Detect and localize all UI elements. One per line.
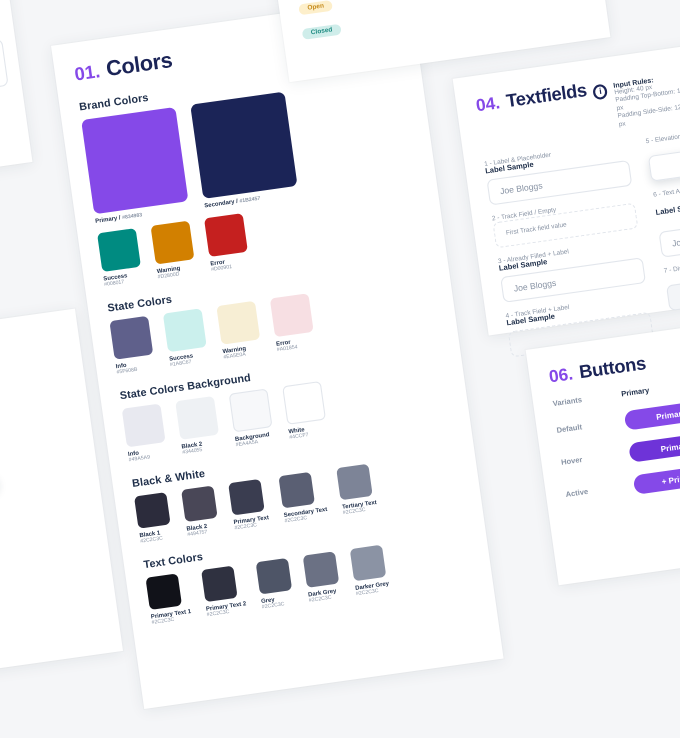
section-number: 06. xyxy=(548,365,575,388)
swatch: Info#49A5A9 xyxy=(122,404,168,464)
textarea[interactable]: ⌟ xyxy=(0,39,9,106)
stray-textfield-card: 2 - Text Area Label Sample Joe Bloggs ⌟ xyxy=(0,0,32,186)
swatch: Black 2#494757 xyxy=(181,485,220,538)
field-heading: Label Sample xyxy=(655,196,680,217)
swatch: Black 2#344055 xyxy=(175,396,221,456)
swatch-chip xyxy=(81,107,188,214)
swatch-warning-bg: Warning#EA5E0A xyxy=(216,301,262,361)
swatch: Tertiary Text#2C2C3C xyxy=(337,463,378,516)
status-badge[interactable]: Closed xyxy=(302,24,342,40)
swatch-success-bg: Success#1A8C67 xyxy=(163,308,209,368)
textfield-disabled xyxy=(666,272,680,312)
row-heading: Hover xyxy=(561,451,620,467)
example-label: 5 - Elevation xyxy=(645,125,680,145)
swatch: Secondary Text#2C2C3C xyxy=(278,470,328,524)
swatch: Primary Text 2#2C2C3C xyxy=(201,565,248,619)
section-title: Textfields xyxy=(505,80,588,113)
swatch: Black 1#2C2C3C xyxy=(134,492,173,545)
swatch: Background#EA4A5A xyxy=(229,388,275,448)
col-heading: Primary xyxy=(621,378,680,398)
swatch-secondary: Secondary / #1B2457 xyxy=(190,92,299,210)
swatch: Primary Text 1#2C2C3C xyxy=(145,572,192,626)
swatch-error: Error#D00901 xyxy=(204,213,250,273)
textfield[interactable]: Joe Bloggs xyxy=(658,218,680,258)
textfields-card: 04. Textfields i Input Rules: Height: 40… xyxy=(453,37,680,336)
swatch-success: Success#008017 xyxy=(97,228,143,288)
swatch: Dark Grey#2C2C3C xyxy=(303,551,342,604)
swatch: Primary Text#2C2C3C xyxy=(228,478,270,531)
section-number: 01. xyxy=(73,61,101,86)
textfield-elevated[interactable] xyxy=(648,142,680,182)
swatch-warning: Warning#D2800D xyxy=(151,221,197,281)
section-title: Colors xyxy=(105,49,174,83)
swatch: Darker Grey#2C2C3C xyxy=(350,544,390,597)
buttons-card: 06. Buttons Variants Primary Secondary D… xyxy=(526,311,680,585)
example-label: 6 - Text Area xyxy=(653,178,680,198)
section-title: Buttons xyxy=(578,353,647,384)
row-heading: Default xyxy=(556,419,615,435)
col-heading: Variants xyxy=(552,393,611,409)
section-number: 04. xyxy=(475,94,502,117)
swatch: White#4CCF7 xyxy=(282,381,328,441)
example-label: 7 - Disabled State xyxy=(664,254,680,274)
button-primary[interactable]: Primary xyxy=(624,399,680,431)
info-icon: i xyxy=(592,83,608,100)
swatch-info: Info#5F608B xyxy=(109,316,155,376)
button-primary-icon[interactable]: + Primary xyxy=(633,463,680,495)
swatch-primary: Primary / #834983 xyxy=(81,107,190,225)
status-badge[interactable]: Open xyxy=(298,0,333,15)
button-primary-hover[interactable]: Primary xyxy=(628,431,680,463)
row-heading: Active xyxy=(565,483,624,499)
swatch: Grey#2C2C3C xyxy=(256,558,295,611)
colors-card: 01. Colors Brand Colors Primary / #83498… xyxy=(51,0,504,709)
swatch-chip xyxy=(190,92,297,199)
swatch-error-bg: Error#A01854 xyxy=(270,293,316,353)
